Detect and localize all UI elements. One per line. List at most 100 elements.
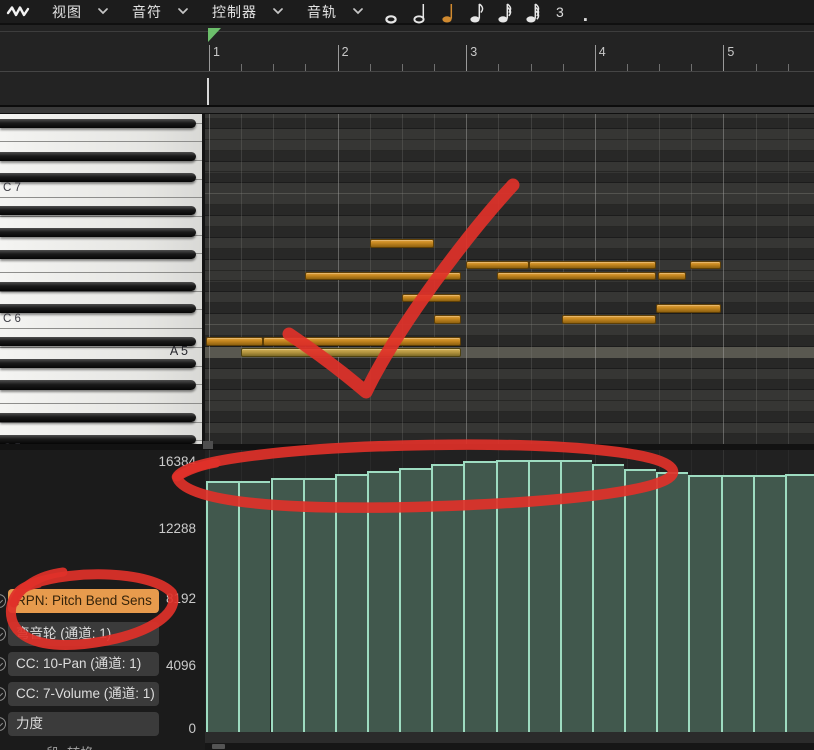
menu-item-4[interactable]: 音轨 — [295, 2, 375, 22]
controller-value-bar[interactable] — [367, 471, 399, 732]
controller-value-bar[interactable] — [431, 464, 463, 732]
controller-value-bar[interactable] — [399, 468, 431, 732]
midi-note[interactable] — [206, 337, 263, 346]
midi-note[interactable] — [241, 348, 461, 357]
midi-note[interactable] — [658, 272, 686, 281]
controller-value-bar[interactable] — [656, 472, 688, 732]
piano-key-black[interactable] — [0, 359, 196, 368]
controller-value-bar[interactable] — [560, 460, 592, 732]
whole-note-tool[interactable] — [385, 2, 400, 24]
piano-key-white[interactable] — [0, 310, 205, 329]
controller-value-bar[interactable] — [592, 464, 624, 732]
controller-value-bar[interactable] — [335, 474, 367, 732]
midi-note[interactable] — [305, 272, 461, 281]
playhead-line[interactable] — [207, 78, 209, 105]
measure-number: 1 — [213, 45, 220, 59]
controller-lane-item-5[interactable]: 力度 — [8, 712, 159, 736]
lane-dropdown-icon[interactable] — [0, 627, 6, 641]
half-note-icon[interactable] — [413, 2, 428, 24]
beat-gridline — [241, 114, 242, 444]
piano-key-black[interactable] — [0, 228, 196, 237]
piano-key-black[interactable] — [0, 304, 196, 313]
piano-key-black[interactable] — [0, 206, 196, 215]
controller-value-bar[interactable] — [496, 460, 528, 732]
midi-note[interactable] — [466, 261, 529, 270]
menu-item-2[interactable]: 音符 — [120, 2, 200, 22]
midi-note[interactable] — [434, 315, 461, 324]
ruler-grid-divider — [0, 105, 814, 114]
dotted-note-tool[interactable]: . — [580, 8, 591, 24]
piano-key-black[interactable] — [0, 337, 196, 346]
piano-key-black[interactable] — [0, 250, 196, 259]
piano-key-black[interactable] — [0, 282, 196, 291]
timeline-ruler[interactable]: 12345 — [0, 25, 814, 105]
controller-value-bar[interactable] — [303, 478, 335, 732]
sixteenth-note-icon[interactable] — [497, 2, 512, 24]
controller-lane-item-2[interactable]: 弯音轮 (通道: 1) — [8, 622, 159, 646]
beat-tick — [788, 64, 789, 71]
piano-keyboard[interactable]: C 7C 6C 5A 5 — [0, 114, 205, 444]
menu-item-3[interactable]: 控制器 — [200, 2, 295, 22]
midi-note[interactable] — [263, 337, 461, 346]
controller-value-bar[interactable] — [624, 469, 656, 732]
menu-bar: 视图音符控制器 音轨 3. — [0, 0, 814, 25]
measure-line — [338, 45, 339, 71]
controller-value-bar[interactable] — [463, 461, 495, 732]
controller-value-bar[interactable] — [753, 475, 785, 732]
pane-resize-handle[interactable] — [203, 441, 213, 449]
lane-dropdown-icon[interactable] — [0, 687, 6, 701]
piano-key-black[interactable] — [0, 380, 196, 389]
midi-note[interactable] — [562, 315, 656, 324]
midi-note[interactable] — [690, 261, 721, 270]
triplet-tool[interactable]: 3 — [553, 1, 567, 24]
controller-value-bar[interactable] — [688, 475, 720, 732]
piano-key-black[interactable] — [0, 173, 196, 182]
horizontal-scrollbar[interactable] — [205, 743, 814, 750]
scrollbar-thumb[interactable] — [212, 744, 225, 749]
controller-value-bar[interactable] — [721, 475, 753, 732]
measure-number: 5 — [727, 45, 734, 59]
loop-marker-green-flag[interactable] — [208, 28, 221, 42]
beat-tick — [305, 64, 306, 71]
midi-note[interactable] — [402, 294, 461, 303]
ruler-top-hairline — [0, 31, 814, 32]
controller-lane-item-3[interactable]: CC: 10-Pan (通道: 1) — [8, 652, 159, 676]
controller-lane-item-4[interactable]: CC: 7-Volume (通道: 1) — [8, 682, 159, 706]
eighth-note-icon[interactable] — [469, 2, 484, 24]
note-grid[interactable] — [205, 114, 814, 444]
chevron-down-icon — [273, 8, 283, 15]
piano-key-white[interactable] — [0, 180, 205, 199]
midi-note[interactable] — [656, 304, 721, 313]
piano-key-black[interactable] — [0, 152, 196, 161]
measure-number: 4 — [599, 45, 606, 59]
controller-value-bar[interactable] — [528, 460, 560, 732]
controller-value-bar[interactable] — [785, 474, 814, 732]
menu-item-1[interactable]: 视图 — [40, 2, 120, 22]
midi-note[interactable] — [497, 272, 656, 281]
controller-value-bar[interactable] — [271, 478, 303, 732]
piano-key-black[interactable] — [0, 413, 196, 422]
quarter-note-tool[interactable] — [441, 2, 456, 24]
beat-gridline — [273, 114, 274, 444]
thirtysecond-note-tool[interactable] — [525, 2, 540, 24]
controller-lane-item-1[interactable]: RPN: Pitch Bend Sens — [8, 589, 159, 613]
sixteenth-note-tool[interactable] — [497, 2, 512, 24]
measure-line — [723, 45, 724, 71]
controller-value-chart[interactable] — [205, 450, 814, 743]
half-note-tool[interactable] — [413, 2, 428, 24]
beat-tick — [563, 64, 564, 71]
measure-gridline — [723, 114, 724, 444]
menu-item-label: 音轨 — [307, 2, 337, 22]
controller-value-bar[interactable] — [206, 481, 238, 732]
controller-value-bar[interactable] — [238, 481, 270, 732]
piano-key-black[interactable] — [0, 435, 196, 444]
midi-note[interactable] — [529, 261, 656, 270]
piano-key-black[interactable] — [0, 119, 196, 128]
menu-item-label: 控制器 — [212, 2, 257, 22]
thirtysecond-note-icon[interactable] — [525, 2, 540, 24]
quarter-note-icon[interactable] — [441, 2, 456, 24]
midi-note[interactable] — [370, 239, 434, 248]
eighth-note-tool[interactable] — [469, 2, 484, 24]
chevron-down-icon — [178, 8, 188, 15]
whole-note-icon[interactable] — [385, 2, 400, 24]
